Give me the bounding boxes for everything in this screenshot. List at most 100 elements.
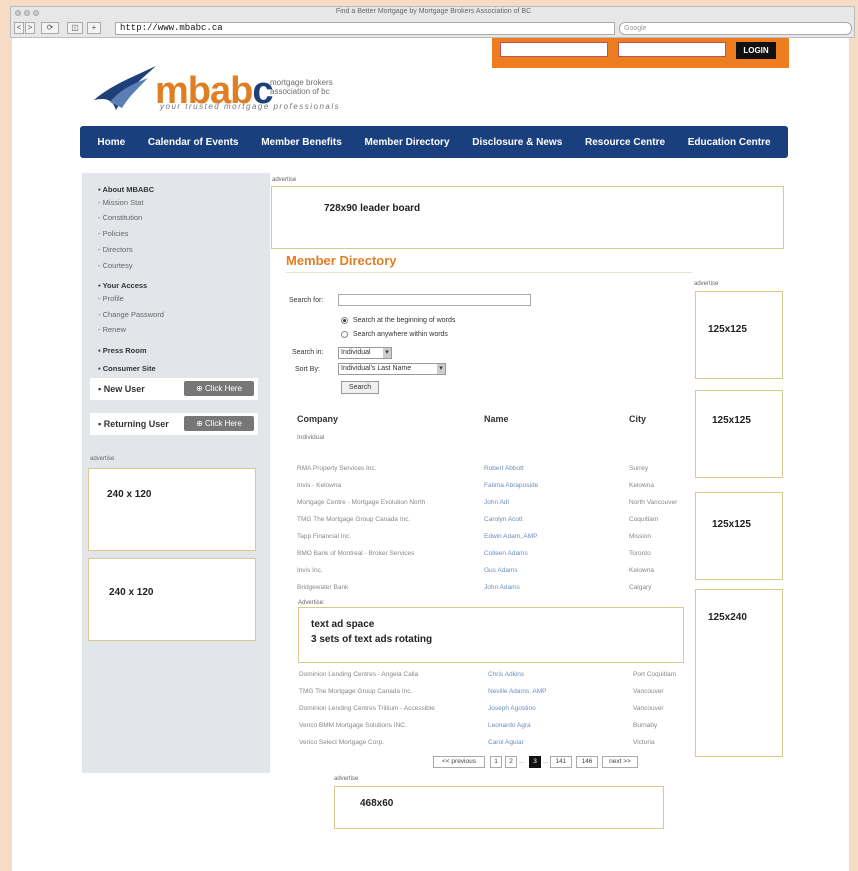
- logo-subtitle: mortgage brokers association of bc: [270, 78, 333, 96]
- member-name-link[interactable]: Chris Adkins: [488, 671, 524, 678]
- search-anywhere-radio[interactable]: [341, 331, 348, 338]
- pagination-ellipsis: ...: [519, 758, 525, 765]
- search-beginning-radio[interactable]: [341, 317, 348, 324]
- search-button[interactable]: Search: [341, 381, 379, 394]
- bottom-ad-label: advertise: [334, 776, 359, 782]
- city-cell: Vancouver: [633, 688, 664, 695]
- nav-calendar-of-events[interactable]: Calendar of Events: [148, 137, 239, 148]
- right-ad-1-text: 125x125: [708, 324, 747, 335]
- search-anywhere-label: Search anywhere within words: [353, 331, 448, 338]
- right-ad-3-text: 125x125: [712, 519, 751, 530]
- text-ad[interactable]: text ad space 3 sets of text ads rotatin…: [298, 607, 684, 663]
- sort-by-select[interactable]: Individual's Last Name: [338, 363, 446, 375]
- back-button[interactable]: <: [14, 22, 24, 34]
- company-cell: Invis Inc.: [297, 567, 323, 574]
- sidebar-ad-1[interactable]: 240 x 120: [88, 468, 256, 551]
- right-ad-1[interactable]: 125x125: [695, 291, 783, 379]
- sidebar-item-courtesy[interactable]: - Courtesy: [98, 261, 133, 270]
- company-cell: TMG The Mortgage Group Canada Inc.: [297, 516, 411, 523]
- bookmark-icon[interactable]: ◫: [67, 22, 83, 34]
- member-name-link[interactable]: Robert Abbott: [484, 465, 524, 472]
- bottom-ad-text: 468x60: [360, 798, 394, 809]
- city-cell: Vancouver: [633, 705, 664, 712]
- nav-member-benefits[interactable]: Member Benefits: [261, 137, 342, 148]
- leaderboard-ad-text: 728x90 leader board: [324, 203, 421, 214]
- new-user-click-here-button[interactable]: ⊕ Click Here: [184, 381, 254, 396]
- sidebar-heading-access[interactable]: ▪ Your Access: [98, 281, 147, 290]
- url-bar[interactable]: http://www.mbabc.ca: [115, 22, 615, 35]
- reload-button[interactable]: ⟳: [41, 22, 59, 34]
- right-ad-3[interactable]: 125x125: [695, 492, 783, 580]
- column-header-name[interactable]: Name: [484, 414, 509, 424]
- company-cell: Verico BMM Mortgage Solutions INC.: [299, 722, 407, 729]
- sidebar-ad-2-text: 240 x 120: [109, 587, 154, 598]
- right-ad-4-text: 125x240: [708, 612, 747, 623]
- sidebar: ▪ About MBABC - Mission Stat - Constitut…: [82, 173, 270, 773]
- pagination-next[interactable]: next >>: [602, 756, 638, 768]
- leaderboard-ad[interactable]: 728x90 leader board: [271, 186, 784, 249]
- sidebar-item-constitution[interactable]: - Constitution: [98, 213, 142, 222]
- pagination-current-page: 3: [529, 756, 541, 768]
- sidebar-item-policies[interactable]: - Policies: [98, 229, 128, 238]
- nav-member-directory[interactable]: Member Directory: [364, 137, 449, 148]
- member-name-link[interactable]: John Adams: [484, 584, 520, 591]
- member-name-link[interactable]: Neville Adams, AMP: [488, 688, 547, 695]
- forward-button[interactable]: >: [25, 22, 35, 34]
- returning-user-click-here-button[interactable]: ⊕ Click Here: [184, 416, 254, 431]
- add-bookmark-button[interactable]: +: [87, 22, 101, 34]
- minimize-window-icon[interactable]: [24, 10, 30, 16]
- city-cell: Toronto: [629, 550, 651, 557]
- nav-home[interactable]: Home: [97, 137, 125, 148]
- right-ad-4[interactable]: 125x240: [695, 589, 783, 757]
- sidebar-press-room[interactable]: ▪ Press Room: [98, 346, 147, 355]
- city-cell: Kelowna: [629, 567, 654, 574]
- sidebar-item-renew[interactable]: - Renew: [98, 325, 126, 334]
- search-for-input[interactable]: [338, 294, 531, 306]
- search-beginning-label: Search at the beginning of words: [353, 317, 456, 324]
- member-name-link[interactable]: John Adl: [484, 499, 509, 506]
- sidebar-ad-2[interactable]: 240 x 120: [88, 558, 256, 641]
- sidebar-heading-about[interactable]: ▪ About MBABC: [98, 185, 154, 194]
- pagination-page-146[interactable]: 146: [576, 756, 598, 768]
- member-name-link[interactable]: Carolyn Acott: [484, 516, 523, 523]
- bottom-ad[interactable]: 468x60: [334, 786, 664, 829]
- web-page: LOGIN mbabc mortgage brokers association…: [12, 38, 849, 871]
- member-name-link[interactable]: Edwin Adam, AMP: [484, 533, 537, 540]
- returning-user-label: ▪ Returning User: [98, 419, 169, 429]
- zoom-window-icon[interactable]: [33, 10, 39, 16]
- member-name-link[interactable]: Gus Adams: [484, 567, 518, 574]
- sidebar-consumer-site[interactable]: ▪ Consumer Site: [98, 364, 156, 373]
- nav-disclosure-news[interactable]: Disclosure & News: [472, 137, 562, 148]
- member-name-link[interactable]: Colleen Adams: [484, 550, 528, 557]
- right-ad-2-text: 125x125: [712, 415, 751, 426]
- pagination-page-2[interactable]: 2: [505, 756, 517, 768]
- logo-tagline: your trusted mortgage professionals: [160, 102, 341, 111]
- column-header-company[interactable]: Company: [297, 414, 338, 424]
- text-ad-line-2: 3 sets of text ads rotating: [311, 634, 433, 645]
- password-input[interactable]: [618, 42, 726, 57]
- pagination-page-1[interactable]: 1: [490, 756, 502, 768]
- browser-search-input[interactable]: Google: [619, 22, 852, 35]
- company-cell: TMG The Mortgage Group Canada Inc.: [299, 688, 413, 695]
- sidebar-item-directors[interactable]: - Directors: [98, 245, 133, 254]
- member-name-link[interactable]: Fatima Abraposide: [484, 482, 538, 489]
- login-button[interactable]: LOGIN: [736, 42, 776, 59]
- search-in-select[interactable]: Individual: [338, 347, 392, 359]
- sidebar-item-mission[interactable]: - Mission Stat: [98, 198, 143, 207]
- pagination-previous[interactable]: << previous: [433, 756, 485, 768]
- right-ad-2[interactable]: 125x125: [695, 390, 783, 478]
- sidebar-item-change-password[interactable]: - Change Password: [98, 310, 164, 319]
- close-window-icon[interactable]: [15, 10, 21, 16]
- sidebar-ad-label: advertise: [90, 456, 115, 462]
- username-input[interactable]: [500, 42, 608, 57]
- member-name-link[interactable]: Carol Aguiar: [488, 739, 524, 746]
- main-navigation: Home Calendar of Events Member Benefits …: [80, 126, 788, 158]
- text-ad-line-1: text ad space: [311, 619, 375, 630]
- sidebar-item-profile[interactable]: - Profile: [98, 294, 124, 303]
- returning-user-row: ▪ Returning User ⊕ Click Here: [90, 413, 258, 435]
- nav-resource-centre[interactable]: Resource Centre: [585, 137, 665, 148]
- member-name-link[interactable]: Joseph Agostino: [488, 705, 536, 712]
- member-name-link[interactable]: Leonardo Agra: [488, 722, 531, 729]
- nav-education-centre[interactable]: Education Centre: [688, 137, 771, 148]
- pagination-page-141[interactable]: 141: [550, 756, 572, 768]
